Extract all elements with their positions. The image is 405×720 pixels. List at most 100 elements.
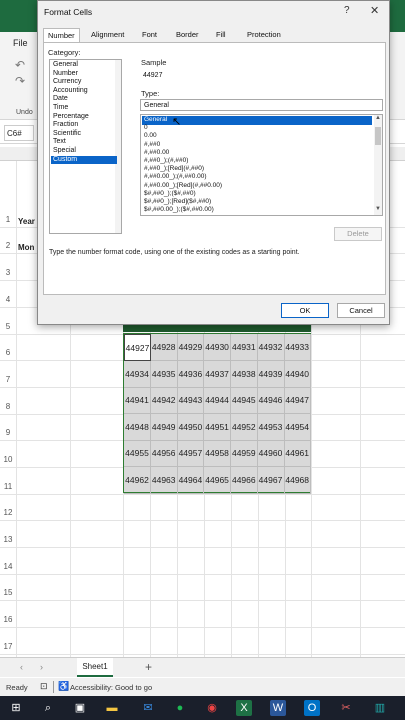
table-cell[interactable]: 44961 [284, 440, 312, 468]
cell-a1[interactable]: Year [18, 217, 35, 226]
row-number[interactable]: 13 [0, 535, 16, 544]
file-tab[interactable]: File [13, 38, 28, 48]
macro-recording-icon[interactable]: ⊡ [40, 681, 48, 692]
redo-icon[interactable]: ↷ [15, 74, 25, 88]
scroll-up-icon[interactable]: ▲ [375, 115, 381, 121]
table-cell[interactable]: 44939 [257, 360, 285, 388]
table-cell[interactable]: 44948 [124, 413, 151, 441]
table-cell[interactable]: 44937 [204, 360, 232, 388]
table-cell[interactable]: 44947 [284, 387, 312, 415]
table-cell[interactable]: 44968 [284, 467, 312, 494]
category-item-fraction[interactable]: Fraction [51, 121, 117, 130]
date-number-table[interactable]: 44927 44928 44929 44930 44931 44932 44933 44934… [123, 333, 312, 494]
table-cell[interactable]: 44940 [284, 360, 312, 388]
table-cell[interactable]: 44929 [177, 334, 205, 361]
undo-icon[interactable]: ↶ [15, 58, 25, 72]
table-cell[interactable]: 44963 [150, 467, 178, 494]
table-cell[interactable]: 44936 [177, 360, 205, 388]
format-list-scrollbar[interactable]: ▲ ▼ [374, 115, 382, 215]
app-icon[interactable]: ▥ [372, 700, 388, 716]
table-cell[interactable]: 44945 [230, 387, 258, 415]
table-cell[interactable]: 44943 [177, 387, 205, 415]
row-number[interactable]: 11 [0, 482, 16, 491]
table-cell[interactable]: 44957 [177, 440, 205, 468]
scroll-down-icon[interactable]: ▼ [375, 206, 381, 212]
windows-icon[interactable]: ⊞ [8, 700, 24, 716]
row-number[interactable]: 16 [0, 615, 16, 624]
tab-fill[interactable]: Fill [212, 28, 230, 42]
table-cell[interactable]: 44938 [230, 360, 258, 388]
table-cell[interactable]: 44933 [284, 334, 312, 361]
table-cell[interactable]: 44953 [257, 413, 285, 441]
delete-button[interactable]: Delete [334, 227, 382, 241]
tab-border[interactable]: Border [172, 28, 203, 42]
table-cell[interactable]: 44956 [150, 440, 178, 468]
category-item-time[interactable]: Time [51, 104, 117, 113]
category-item-currency[interactable]: Currency [51, 78, 117, 87]
category-item-text[interactable]: Text [51, 138, 117, 147]
table-cell[interactable]: 44960 [257, 440, 285, 468]
word-icon[interactable]: W [270, 700, 286, 716]
table-cell[interactable]: 44927 [124, 334, 151, 361]
name-box[interactable]: C6# [4, 125, 34, 141]
table-cell[interactable]: 44949 [150, 413, 178, 441]
scroll-thumb[interactable] [375, 127, 381, 145]
search-icon[interactable]: ⌕ [40, 700, 56, 716]
table-cell[interactable]: 44959 [230, 440, 258, 468]
table-cell[interactable]: 44946 [257, 387, 285, 415]
chrome-icon[interactable]: ◉ [204, 700, 220, 716]
table-cell[interactable]: 44930 [204, 334, 232, 361]
category-list[interactable]: General Number Currency Accounting Date Time P… [49, 59, 122, 234]
table-cell[interactable]: 44934 [124, 360, 151, 388]
table-cell[interactable]: 44928 [150, 334, 178, 361]
table-cell[interactable]: 44962 [124, 467, 151, 494]
category-item-general[interactable]: General [51, 61, 117, 70]
row-number[interactable]: 9 [0, 428, 16, 437]
cell-a2[interactable]: Mon [18, 243, 34, 252]
cancel-button[interactable]: Cancel [337, 303, 385, 318]
excel-icon[interactable]: X [236, 700, 252, 716]
outlook-icon[interactable]: O [304, 700, 320, 716]
table-cell[interactable]: 44951 [204, 413, 232, 441]
table-cell[interactable]: 44935 [150, 360, 178, 388]
category-item-special[interactable]: Special [51, 147, 117, 156]
row-number[interactable]: 2 [0, 241, 16, 250]
sheet-tab-sheet1[interactable]: Sheet1 [77, 658, 113, 677]
category-item-accounting[interactable]: Accounting [51, 87, 117, 96]
category-item-percentage[interactable]: Percentage [51, 113, 117, 122]
row-number[interactable]: 10 [0, 455, 16, 464]
table-cell[interactable]: 44954 [284, 413, 312, 441]
table-cell[interactable]: 44967 [257, 467, 285, 494]
row-number[interactable]: 7 [0, 375, 16, 384]
row-number[interactable]: 4 [0, 295, 16, 304]
table-cell[interactable]: 44952 [230, 413, 258, 441]
tab-protection[interactable]: Protection [243, 28, 285, 42]
table-cell[interactable]: 44965 [204, 467, 232, 494]
row-number[interactable]: 12 [0, 508, 16, 517]
sheet-next-icon[interactable]: › [40, 662, 43, 672]
format-code-item[interactable]: $#,##0.00_);($#,##0.00) [142, 206, 372, 215]
snipping-icon[interactable]: ✂ [338, 700, 354, 716]
mail-icon[interactable]: ✉ [140, 700, 156, 716]
tab-alignment[interactable]: Alignment [87, 28, 128, 42]
row-number[interactable]: 1 [0, 215, 16, 224]
table-cell[interactable]: 44942 [150, 387, 178, 415]
table-cell[interactable]: 44958 [204, 440, 232, 468]
accessibility-icon[interactable]: ♿ [58, 681, 69, 692]
row-number[interactable]: 3 [0, 268, 16, 277]
tab-number[interactable]: Number [43, 28, 80, 42]
file-explorer-icon[interactable]: ▬ [104, 700, 120, 716]
table-cell[interactable]: 44944 [204, 387, 232, 415]
add-sheet-icon[interactable]: + [145, 660, 152, 674]
table-cell[interactable]: 44964 [177, 467, 205, 494]
task-view-icon[interactable]: ▣ [72, 700, 88, 716]
row-number[interactable]: 8 [0, 402, 16, 411]
spotify-icon[interactable]: ● [172, 700, 188, 716]
table-cell[interactable]: 44941 [124, 387, 151, 415]
category-item-custom[interactable]: Custom [51, 155, 117, 165]
table-cell[interactable]: 44932 [257, 334, 285, 361]
type-input[interactable]: General [140, 99, 383, 111]
row-number[interactable]: 14 [0, 562, 16, 571]
row-number[interactable]: 6 [0, 348, 16, 357]
sheet-prev-icon[interactable]: ‹ [20, 662, 23, 672]
